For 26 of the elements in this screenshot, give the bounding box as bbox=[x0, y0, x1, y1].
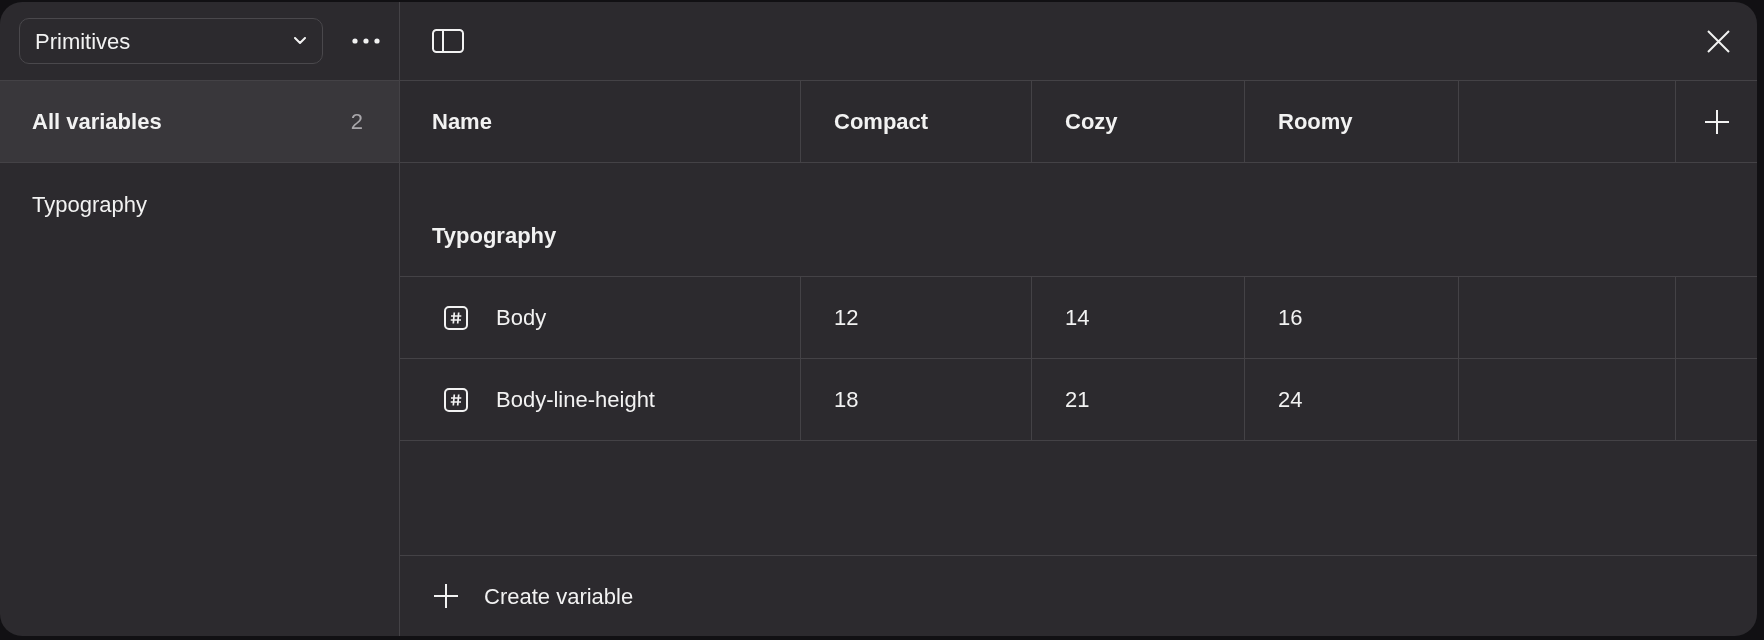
variable-value: 16 bbox=[1278, 304, 1303, 332]
variable-value: 24 bbox=[1278, 386, 1303, 414]
add-column-icon[interactable] bbox=[1704, 109, 1729, 134]
chevron-down-icon[interactable] bbox=[294, 37, 306, 45]
variable-value: 12 bbox=[834, 304, 859, 332]
column-header: Roomy bbox=[1278, 108, 1353, 136]
variable-value: 18 bbox=[834, 386, 859, 414]
sidebar-toggle-icon[interactable] bbox=[432, 29, 464, 53]
create-variable-button[interactable]: Create variable bbox=[434, 579, 634, 613]
variable-value: 14 bbox=[1065, 304, 1090, 332]
column-header: Compact bbox=[834, 108, 929, 136]
number-type-icon bbox=[444, 387, 468, 412]
variable-name: Body-line-height bbox=[496, 386, 655, 414]
column-header: Cozy bbox=[1065, 108, 1118, 136]
number-type-icon bbox=[444, 305, 468, 330]
group-title: Typography bbox=[432, 222, 557, 250]
more-icon[interactable] bbox=[352, 38, 380, 44]
collection-dropdown[interactable]: Primitives bbox=[19, 18, 323, 64]
variable-count: 2 bbox=[350, 108, 363, 136]
close-icon[interactable] bbox=[1707, 29, 1730, 53]
plus-icon bbox=[434, 584, 458, 608]
column-header: Name bbox=[432, 108, 492, 136]
variable-name: Body bbox=[496, 304, 547, 332]
sidebar-item[interactable]: Typography bbox=[0, 163, 399, 245]
variable-value: 21 bbox=[1065, 386, 1090, 414]
sidebar-item[interactable]: All variables 2 bbox=[0, 81, 399, 163]
